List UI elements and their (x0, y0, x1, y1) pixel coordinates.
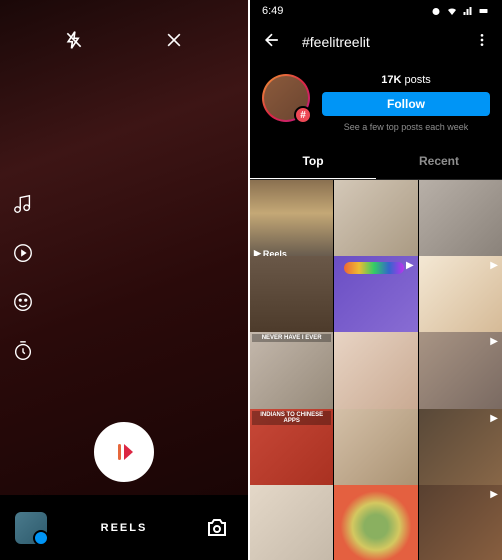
timer-icon[interactable] (12, 340, 34, 367)
post-grid: ▶ Reels ▶ ▶ NEVER HAVE I EVER ▶ INDIANS … (250, 180, 502, 560)
speed-icon[interactable] (12, 242, 34, 269)
grid-cell[interactable] (334, 485, 417, 560)
grid-cell[interactable] (334, 409, 417, 492)
hashtag-browse-screen: 6:49 #feelitreelit # 17K posts Follow Se… (250, 0, 502, 560)
mode-label: REELS (101, 522, 148, 534)
camera-viewfinder[interactable] (0, 0, 248, 495)
grid-cell[interactable]: ▶ (419, 256, 502, 339)
subtitle-text: See a few top posts each week (344, 122, 469, 132)
reels-camera-screen: REELS (0, 0, 248, 560)
play-icon: ▶ (490, 413, 498, 424)
alarm-icon (430, 5, 442, 17)
play-icon: ▶ (490, 336, 498, 347)
play-icon: ▶ (406, 260, 414, 271)
signal-icon (462, 5, 474, 17)
status-time: 6:49 (262, 5, 283, 17)
grid-cell[interactable]: ▶ (419, 485, 502, 560)
gallery-thumbnail[interactable] (15, 512, 47, 544)
grid-cell[interactable]: ▶ Reels (250, 180, 333, 263)
grid-cell[interactable]: ▶ (419, 332, 502, 415)
audio-icon[interactable] (12, 193, 34, 220)
grid-cell[interactable]: ▶ (419, 409, 502, 492)
close-icon[interactable] (164, 30, 184, 55)
hashtag-avatar[interactable]: # (262, 74, 310, 122)
grid-cell[interactable]: ▶ (334, 256, 417, 339)
status-bar: 6:49 (250, 0, 502, 22)
more-icon[interactable] (474, 32, 490, 53)
grid-cell[interactable] (419, 180, 502, 263)
grid-cell[interactable]: NEVER HAVE I EVER (250, 332, 333, 415)
capture-button[interactable] (94, 422, 154, 482)
play-icon: ▶ (490, 489, 498, 500)
camera-switch-icon[interactable] (201, 512, 233, 544)
page-title: #feelitreelit (302, 34, 474, 50)
grid-cell[interactable] (334, 180, 417, 263)
post-count: 17K posts (381, 74, 431, 86)
wifi-icon (446, 5, 458, 17)
flash-off-icon[interactable] (64, 30, 84, 55)
hashtag-badge-icon: # (294, 106, 312, 124)
grid-cell[interactable] (334, 332, 417, 415)
grid-cell[interactable]: INDIANS TO CHINESE APPS (250, 409, 333, 492)
follow-button[interactable]: Follow (322, 92, 490, 116)
tab-top[interactable]: Top (250, 144, 376, 179)
effects-icon[interactable] (12, 291, 34, 318)
battery-icon (478, 5, 490, 17)
tab-recent[interactable]: Recent (376, 144, 502, 179)
back-icon[interactable] (262, 30, 282, 55)
grid-cell[interactable] (250, 485, 333, 560)
play-icon: ▶ (490, 260, 498, 271)
grid-cell[interactable] (250, 256, 333, 339)
